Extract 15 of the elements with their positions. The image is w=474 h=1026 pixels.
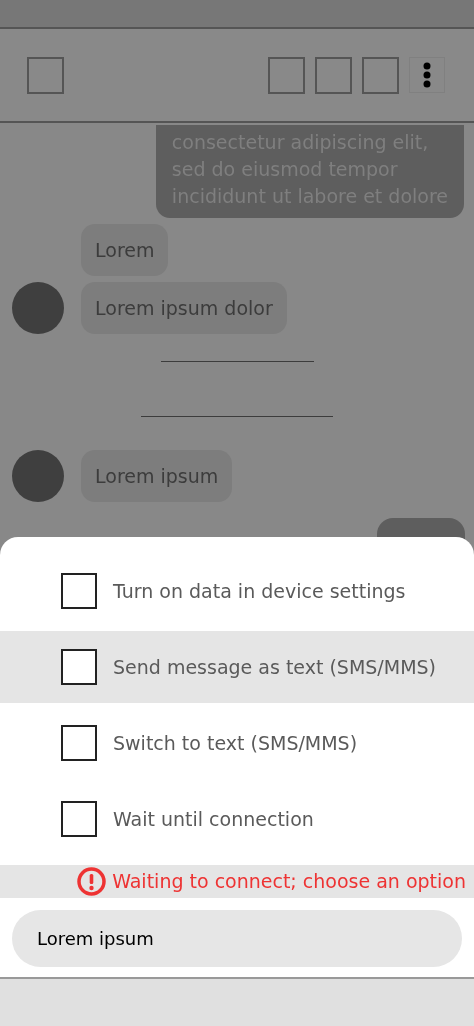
checkbox[interactable]: [61, 649, 97, 685]
avatar: [12, 450, 64, 502]
more-button[interactable]: [409, 56, 445, 93]
avatar: [12, 282, 64, 334]
message-input[interactable]: Lorem ipsum: [12, 910, 462, 967]
message-bubble: Lorem ipsum: [81, 450, 233, 502]
error-text: Waiting to connect; choose an option: [112, 869, 466, 895]
checkbox[interactable]: [61, 725, 97, 761]
option-row[interactable]: Send message as text (SMS/MMS): [0, 631, 474, 703]
message-bubble: Lorem ipsum dolor: [81, 282, 287, 334]
checkbox[interactable]: [61, 573, 97, 609]
warning-icon: [77, 867, 107, 896]
checkbox[interactable]: [61, 801, 97, 837]
more-icon: [423, 61, 431, 88]
message-bubble: Lorem: [81, 224, 169, 276]
